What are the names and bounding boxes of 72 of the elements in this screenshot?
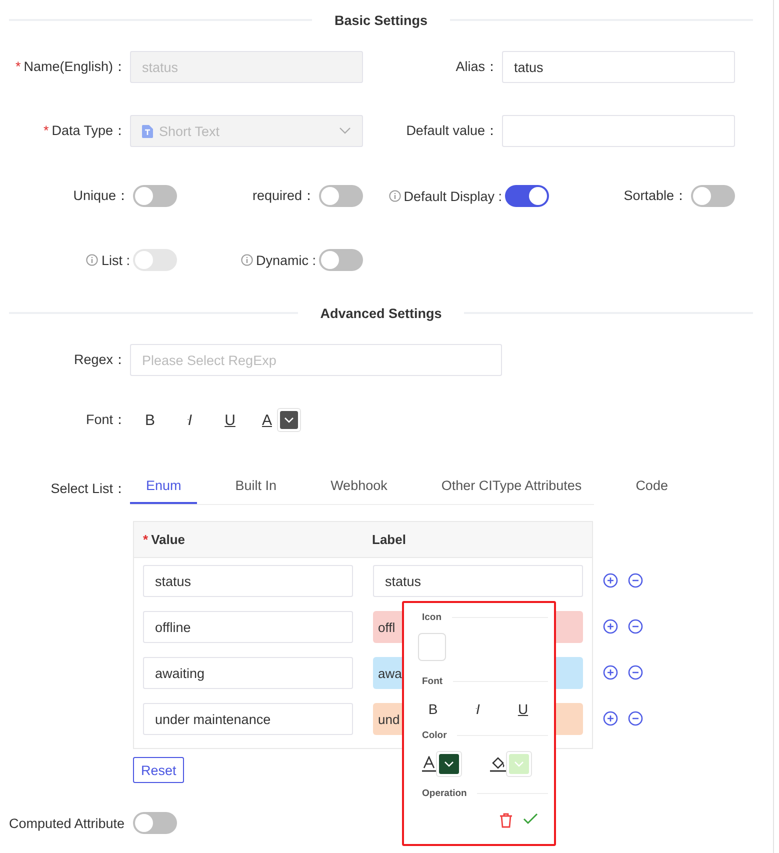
tab[interactable]: Enum [130, 472, 198, 504]
toggle-switch[interactable] [319, 249, 363, 271]
field-label: Select List： [50, 480, 128, 498]
column-header: Value [151, 532, 186, 547]
toggle-switch[interactable] [133, 185, 177, 207]
remove-circle-icon[interactable] [628, 665, 643, 680]
font-style-button[interactable]: I [170, 408, 210, 432]
regex-field[interactable]: Please Select RegExp [130, 344, 502, 376]
remove-circle-icon[interactable] [628, 619, 643, 634]
toggle-label: required： [252, 187, 316, 205]
value-field[interactable]: awaiting [143, 657, 353, 689]
text-color-icon [422, 756, 436, 772]
required-mark: * [43, 123, 49, 138]
remove-circle-icon[interactable] [628, 711, 643, 726]
input-field[interactable]: tatus [502, 51, 735, 83]
field-label: Name(English)： [24, 59, 127, 74]
field-label: Alias： [456, 59, 499, 74]
toggle-label: Dynamic : [256, 252, 316, 268]
document-icon [142, 124, 153, 138]
delete-icon[interactable] [499, 813, 513, 828]
chevron-down-icon [339, 127, 351, 135]
font-style-button[interactable]: A [257, 408, 277, 432]
tab[interactable]: Built In [219, 472, 293, 504]
remove-circle-icon[interactable] [628, 573, 643, 588]
value-field[interactable]: status [143, 565, 353, 597]
add-circle-icon[interactable] [603, 573, 618, 588]
label-field[interactable]: status [373, 565, 583, 597]
toggle-label: List : [101, 252, 130, 268]
section-title: Font [422, 676, 443, 686]
field-label: Regex： [72, 351, 128, 369]
field-label: Data Type： [52, 123, 127, 138]
tab[interactable]: Code [620, 472, 684, 504]
section-title: Basic Settings [334, 12, 428, 28]
font-style-button[interactable]: I [459, 697, 497, 721]
add-circle-icon[interactable] [603, 619, 618, 634]
color-picker-button[interactable] [436, 751, 462, 777]
field-label: Font： [84, 411, 128, 429]
tab[interactable]: Other CIType Attributes [425, 472, 598, 504]
font-style-button[interactable]: U [210, 408, 250, 432]
chevron-down-icon [514, 761, 524, 767]
section-title: Advanced Settings [320, 306, 442, 320]
section-title: Icon [422, 612, 442, 622]
column-header: Label [372, 532, 406, 547]
required-mark: * [143, 532, 148, 547]
tab[interactable]: Webhook [314, 472, 404, 504]
color-picker-button[interactable] [277, 408, 301, 432]
font-style-button[interactable]: B [130, 408, 170, 432]
toggle-switch[interactable] [133, 812, 177, 834]
input-field[interactable] [502, 115, 735, 147]
toggle-label: Default Display : [404, 188, 502, 204]
toggle-switch[interactable] [319, 185, 363, 207]
paint-bucket-icon [490, 756, 506, 772]
toggle-label: Sortable： [624, 187, 688, 205]
add-circle-icon[interactable] [603, 665, 618, 680]
chevron-down-icon [284, 417, 294, 423]
value-field[interactable]: offline [143, 611, 353, 643]
color-picker-button[interactable] [506, 751, 532, 777]
toggle-switch[interactable] [505, 185, 549, 207]
toggle-switch[interactable] [691, 185, 735, 207]
toggle-label: Unique： [73, 187, 130, 205]
reset-button[interactable]: Reset [133, 757, 184, 783]
required-mark: * [15, 59, 21, 74]
value-field[interactable]: under maintenance [143, 703, 353, 735]
add-circle-icon[interactable] [603, 711, 618, 726]
font-style-button[interactable]: U [504, 697, 542, 721]
chevron-down-icon [444, 761, 454, 767]
section-title: Color [422, 730, 447, 740]
field-label: Computed Attribute [9, 816, 126, 830]
field-label: Default value： [406, 123, 499, 138]
section-title: Operation [422, 788, 467, 798]
font-style-button[interactable]: B [414, 697, 452, 721]
check-icon[interactable] [523, 813, 538, 825]
